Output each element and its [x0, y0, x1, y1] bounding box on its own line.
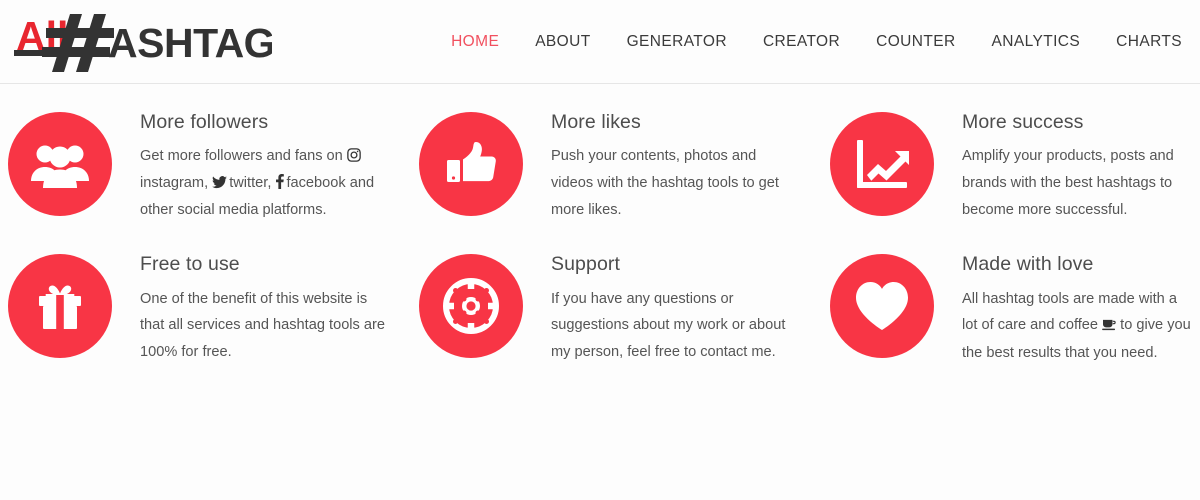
features-section: More followers Get more followers and fa… [0, 84, 1200, 366]
feature-body: More likes Push your contents, photos an… [523, 110, 799, 223]
logo-underline-bar [14, 50, 72, 56]
feature-description: If you have any questions or suggestions… [551, 290, 786, 360]
feature-description: Get more followers and fans on instagram… [140, 143, 392, 223]
instagram-label: instagram, [140, 174, 209, 191]
feature-description: Amplify your products, posts and brands … [962, 148, 1174, 218]
nav-item-home[interactable]: HOME [433, 33, 517, 51]
feature-made-with-love: Made with love All hashtag tools are mad… [810, 252, 1200, 366]
feature-body: More success Amplify your products, post… [934, 110, 1194, 223]
twitter-icon [212, 176, 228, 189]
facebook-label: facebook [286, 174, 346, 191]
thumbs-up-icon [419, 112, 523, 216]
life-buoy-icon [419, 254, 523, 359]
nav-item-creator[interactable]: CREATOR [745, 33, 858, 51]
logo-graphic: All ASHTAG [14, 13, 272, 72]
coffee-cup-icon [1102, 313, 1116, 340]
people-group-icon [8, 112, 112, 216]
feature-body: Support If you have any questions or sug… [523, 252, 799, 365]
gift-box-icon [8, 254, 112, 359]
feature-support: Support If you have any questions or sug… [405, 252, 810, 366]
feature-title: More likes [551, 111, 641, 133]
nav-item-charts[interactable]: CHARTS [1098, 33, 1200, 51]
logo-text-ashtag: ASHTAG [108, 20, 272, 66]
feature-body: Made with love All hashtag tools are mad… [934, 252, 1194, 366]
feature-row: Free to use One of the benefit of this w… [0, 252, 1200, 366]
chart-growth-icon [830, 112, 934, 216]
feature-more-success: More success Amplify your products, post… [810, 110, 1200, 223]
main-navigation: HOME ABOUT GENERATOR CREATOR COUNTER ANA… [433, 0, 1200, 84]
instagram-icon [347, 148, 361, 163]
nav-item-about[interactable]: ABOUT [517, 33, 608, 51]
feature-body: More followers Get more followers and fa… [112, 110, 392, 223]
nav-item-analytics[interactable]: ANALYTICS [974, 33, 1099, 51]
feature-row: More followers Get more followers and fa… [0, 110, 1200, 223]
facebook-icon [275, 174, 285, 189]
feature-more-followers: More followers Get more followers and fa… [0, 110, 405, 223]
nav-item-counter[interactable]: COUNTER [858, 33, 973, 51]
feature-free-to-use: Free to use One of the benefit of this w… [0, 252, 405, 366]
nav-item-generator[interactable]: GENERATOR [609, 33, 745, 51]
site-logo[interactable]: All ASHTAG [12, 6, 272, 76]
feature-more-likes: More likes Push your contents, photos an… [405, 110, 810, 223]
feature-title: Made with love [962, 253, 1094, 276]
feature-title: More success [962, 111, 1084, 133]
feature-text-segment: Get more followers and fans on [140, 148, 347, 165]
feature-description: Push your contents, photos and videos wi… [551, 148, 779, 218]
feature-body: Free to use One of the benefit of this w… [112, 252, 392, 365]
feature-description: One of the benefit of this website is th… [140, 290, 385, 360]
heart-icon [830, 254, 934, 359]
feature-title: Support [551, 253, 620, 276]
twitter-label: twitter, [229, 174, 272, 191]
feature-title: More followers [140, 111, 269, 133]
site-header: All ASHTAG HOME ABOUT GENERATOR CREATOR … [0, 0, 1200, 84]
feature-title: Free to use [140, 253, 240, 276]
feature-description: All hashtag tools are made with a lot of… [962, 286, 1194, 367]
